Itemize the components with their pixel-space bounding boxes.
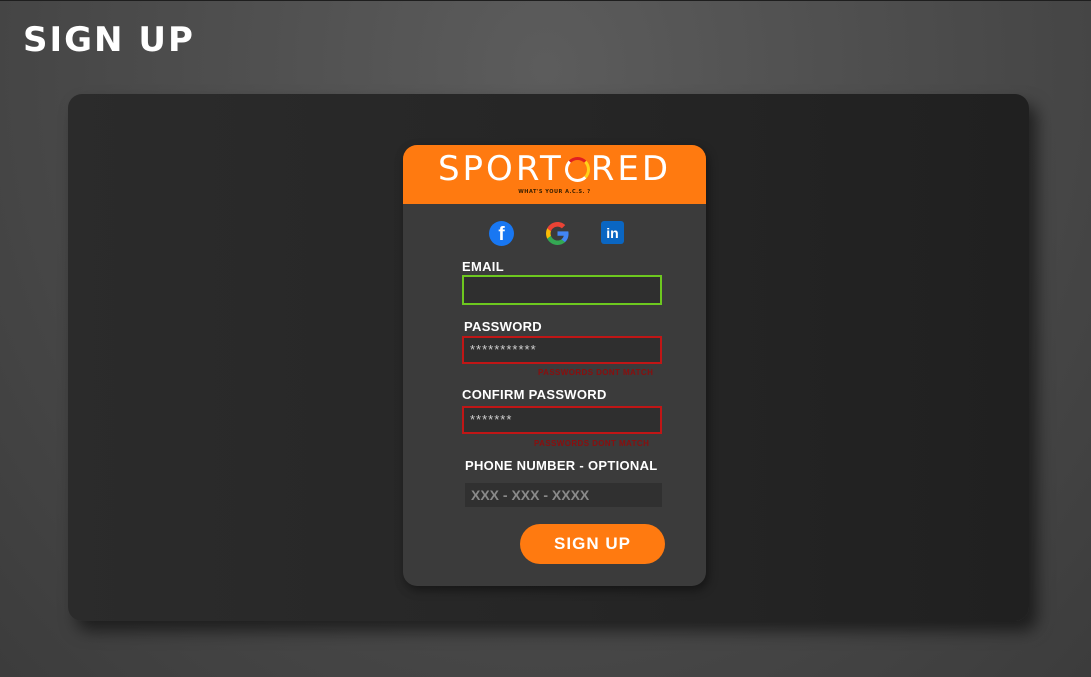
google-icon [546, 222, 569, 245]
sportcred-logo: SPORT RED [403, 149, 706, 189]
password-field[interactable]: *********** [462, 336, 662, 364]
email-label: EMAIL [462, 259, 504, 274]
logo-ring-icon [564, 157, 590, 182]
signup-card: SPORT RED WHAT'S YOUR A.C.S. ? f in EMAIL… [403, 145, 706, 586]
facebook-signin-button[interactable]: f [489, 221, 514, 246]
confirm-password-label: CONFIRM PASSWORD [462, 387, 607, 402]
linkedin-icon: in [606, 225, 619, 241]
logo-text-start: SPORT [437, 149, 564, 189]
confirm-password-error: PASSWORDS DONT MATCH [534, 439, 650, 448]
top-border-line [0, 0, 1091, 1]
facebook-icon: f [498, 224, 505, 245]
password-label: PASSWORD [464, 319, 542, 334]
password-error: PASSWORDS DONT MATCH [538, 368, 654, 377]
page-title: SIGN UP [23, 20, 195, 60]
card-header: SPORT RED WHAT'S YOUR A.C.S. ? [403, 145, 706, 204]
email-field[interactable] [462, 275, 662, 305]
google-signin-button[interactable] [545, 221, 570, 246]
sign-up-button[interactable]: SIGN UP [520, 524, 665, 564]
confirm-password-field[interactable]: ******* [462, 406, 662, 434]
phone-field[interactable] [465, 483, 662, 507]
logo-tagline: WHAT'S YOUR A.C.S. ? [518, 189, 591, 195]
linkedin-signin-button[interactable]: in [601, 221, 624, 244]
logo-text-end: RED [590, 149, 672, 189]
phone-label: PHONE NUMBER - OPTIONAL [465, 458, 658, 473]
